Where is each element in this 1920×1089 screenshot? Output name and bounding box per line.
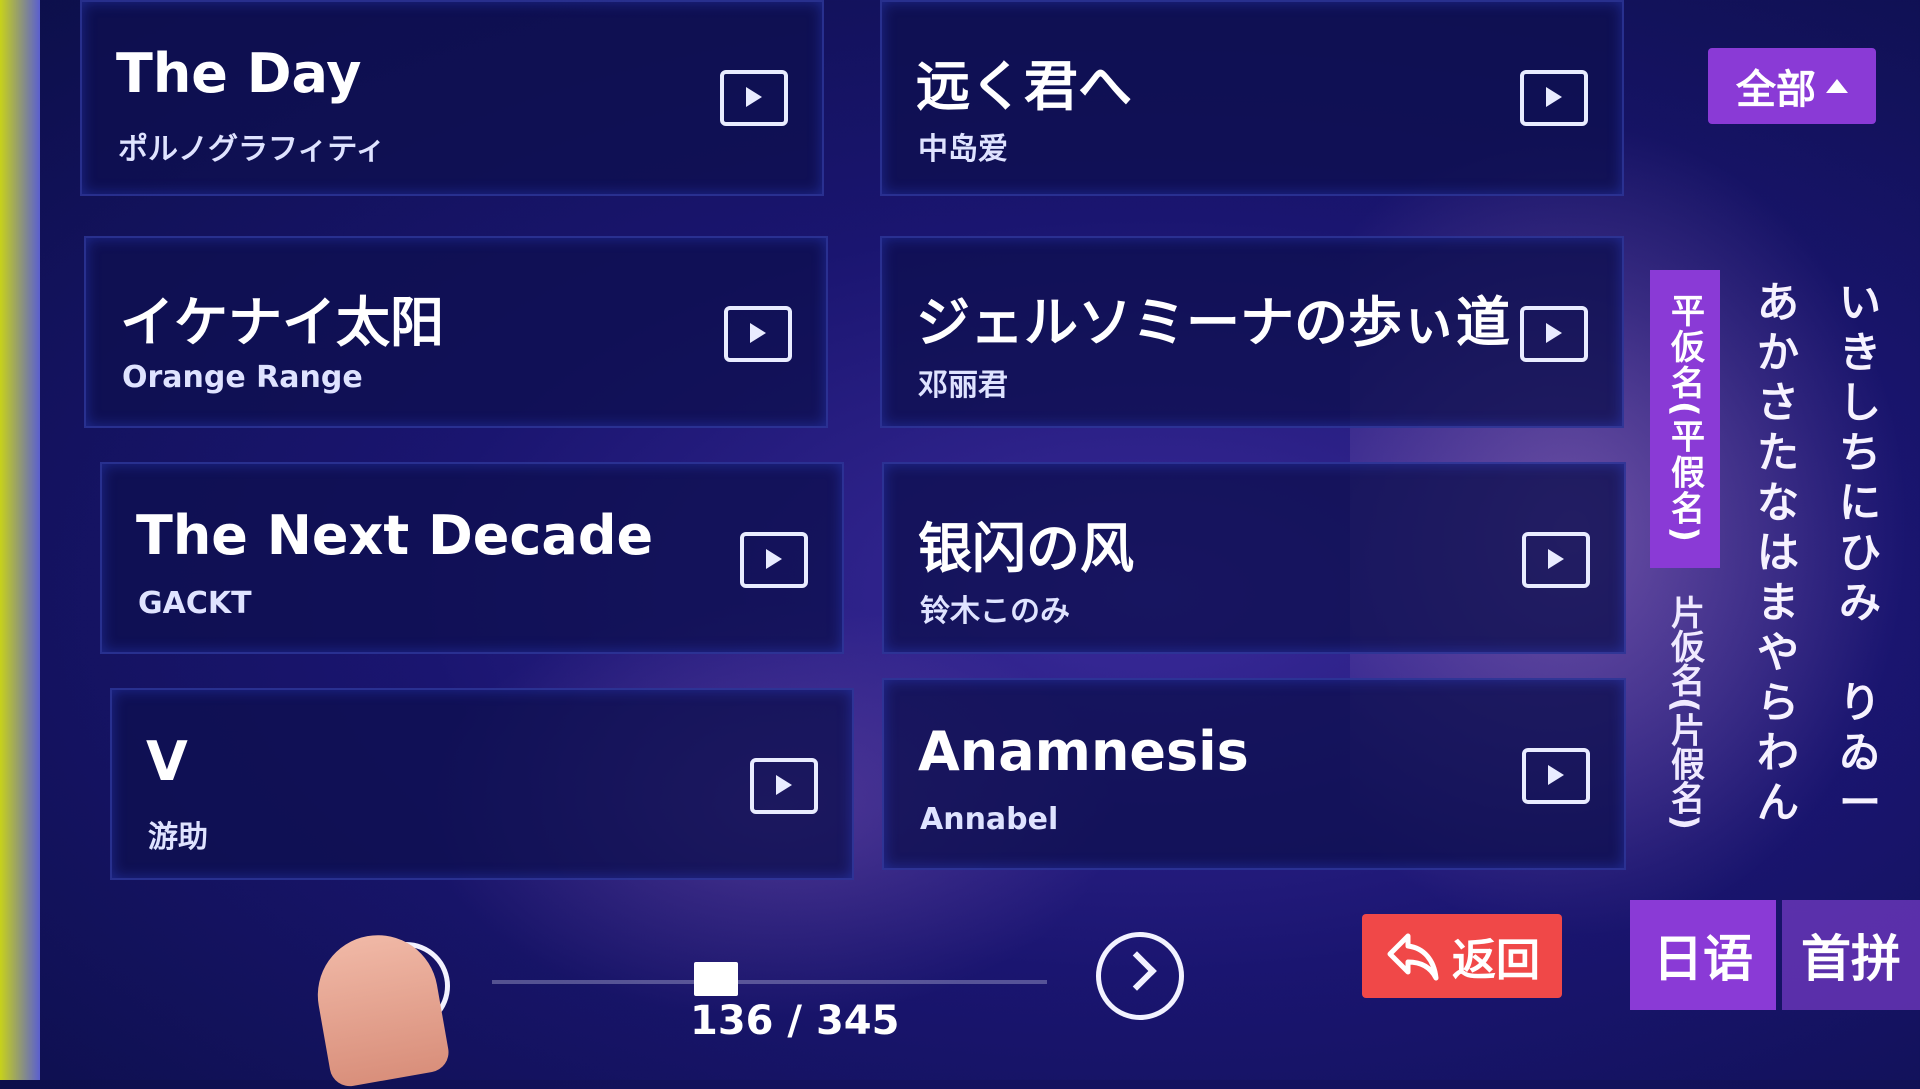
filter-label: 全部 [1736, 67, 1816, 113]
kana-key[interactable]: や [1750, 628, 1806, 678]
play-video-icon[interactable] [1522, 532, 1590, 588]
kana-key [1832, 628, 1888, 678]
song-title: 银闪の风 [918, 517, 1134, 580]
filter-all-button[interactable]: 全部 [1708, 48, 1876, 124]
kana-key[interactable]: き [1832, 328, 1888, 378]
song-title: The Next Decade [136, 504, 654, 567]
song-artist: GACKT [138, 586, 252, 621]
kana-key[interactable]: み [1832, 578, 1888, 628]
kana-key[interactable]: ひ [1832, 528, 1888, 578]
tab-pinyin-label: 首拼 [1801, 930, 1901, 988]
kana-key[interactable]: か [1750, 328, 1806, 378]
song-card[interactable]: V 游助 [110, 688, 854, 880]
play-video-icon[interactable] [724, 306, 792, 362]
kana-key[interactable]: ら [1750, 678, 1806, 728]
next-page-button[interactable] [1096, 932, 1184, 1020]
play-video-icon[interactable] [740, 532, 808, 588]
kana-key[interactable]: ん [1750, 778, 1806, 828]
song-card[interactable]: 远く君へ 中岛爱 [880, 0, 1624, 196]
kana-key[interactable]: わ [1750, 728, 1806, 778]
back-button-label: 返回 [1452, 935, 1540, 986]
song-card[interactable]: Anamnesis Annabel [882, 678, 1626, 870]
tab-katakana-label: 片仮名(片假名) [1664, 595, 1705, 831]
kana-key[interactable]: ま [1750, 578, 1806, 628]
chevron-right-icon [1117, 951, 1157, 991]
play-video-icon[interactable] [1520, 70, 1588, 126]
kana-key[interactable]: さ [1750, 378, 1806, 428]
song-title: Anamnesis [918, 720, 1249, 783]
song-title: ジェルソミーナの歩ぃ道 [916, 291, 1510, 354]
song-artist: 中岛爱 [918, 132, 1008, 167]
play-video-icon[interactable] [720, 70, 788, 126]
kana-key[interactable]: り [1832, 678, 1888, 728]
play-video-icon[interactable] [1520, 306, 1588, 362]
song-title: V [146, 730, 188, 793]
song-artist: 游助 [148, 820, 208, 855]
song-title: 远く君へ [916, 55, 1132, 118]
song-title: イケナイ太阳 [120, 291, 444, 354]
kana-key[interactable]: ち [1832, 428, 1888, 478]
kana-key[interactable]: い [1832, 278, 1888, 328]
song-artist: 邓丽君 [918, 368, 1008, 403]
tab-hiragana[interactable]: 平仮名(平假名) [1650, 270, 1720, 568]
page-slider-track[interactable] [492, 980, 1047, 984]
song-title: The Day [116, 42, 362, 105]
kana-key[interactable]: ゐ [1832, 728, 1888, 778]
kana-key[interactable]: し [1832, 378, 1888, 428]
song-artist: Annabel [920, 802, 1059, 837]
song-card[interactable]: The Day ポルノグラフィティ [80, 0, 824, 196]
kana-column-a: あ か さ た な は ま や ら わ ん [1750, 278, 1806, 828]
song-card[interactable]: イケナイ太阳 Orange Range [84, 236, 828, 428]
song-card[interactable]: The Next Decade GACKT [100, 462, 844, 654]
song-artist: Orange Range [122, 360, 363, 395]
screen-edge-glow [0, 0, 40, 1080]
triangle-up-icon [1826, 79, 1848, 93]
song-card[interactable]: ジェルソミーナの歩ぃ道 邓丽君 [880, 236, 1624, 428]
tab-hiragana-label: 平仮名(平假名) [1664, 293, 1705, 545]
tab-japanese[interactable]: 日语 [1630, 900, 1776, 1010]
kana-key[interactable]: な [1750, 478, 1806, 528]
undo-arrow-icon [1387, 933, 1439, 981]
back-button[interactable]: 返回 [1362, 914, 1562, 998]
song-card[interactable]: 银闪の风 铃木このみ [882, 462, 1626, 654]
play-video-icon[interactable] [750, 758, 818, 814]
kana-key[interactable]: に [1832, 478, 1888, 528]
song-artist: ポルノグラフィティ [118, 132, 386, 167]
song-artist: 铃木このみ [920, 594, 1070, 629]
page-counter: 136 / 345 [690, 998, 900, 1044]
kana-key[interactable]: た [1750, 428, 1806, 478]
tab-pinyin[interactable]: 首拼 [1782, 900, 1920, 1010]
kana-key[interactable]: あ [1750, 278, 1806, 328]
page-slider-thumb[interactable] [694, 962, 738, 996]
kana-key[interactable]: は [1750, 528, 1806, 578]
kana-key[interactable]: ー [1832, 778, 1888, 828]
play-video-icon[interactable] [1522, 748, 1590, 804]
kana-column-i: い き し ち に ひ み り ゐ ー [1832, 278, 1888, 828]
tab-katakana[interactable]: 片仮名(片假名) [1650, 588, 1720, 838]
tab-japanese-label: 日语 [1653, 930, 1753, 988]
